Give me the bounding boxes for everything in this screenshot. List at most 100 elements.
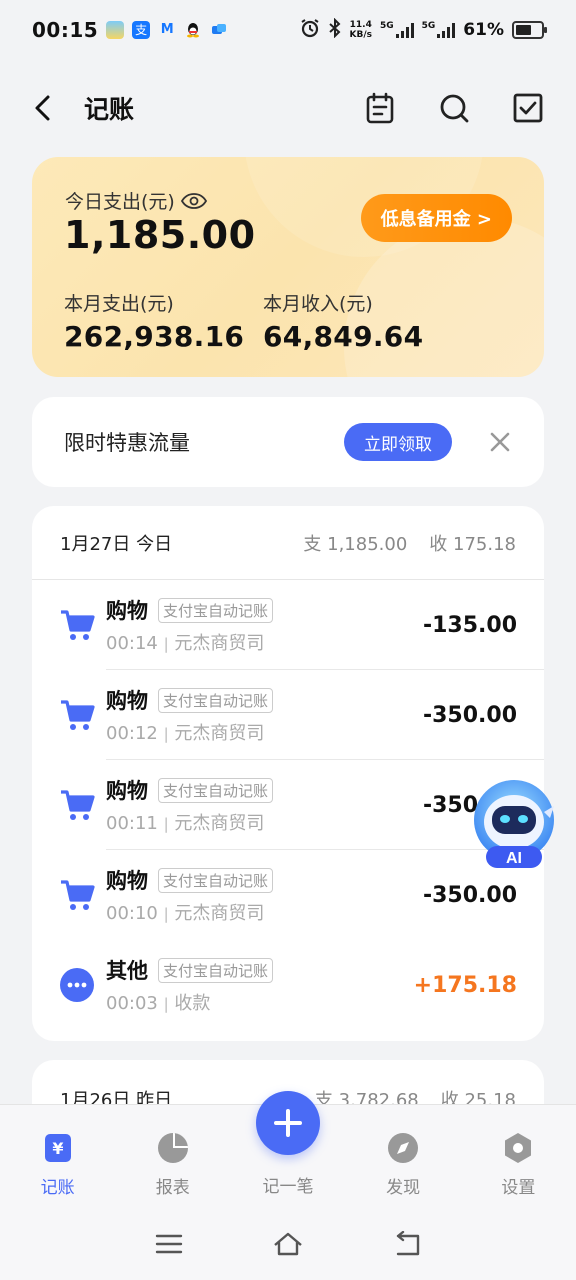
- checkbox-icon: [513, 93, 543, 123]
- signal-bars-icon: [437, 22, 456, 38]
- record-body: 购物 支付宝自动记账 00:11 | 元杰商贸司: [106, 775, 423, 835]
- plus-icon: [274, 1109, 302, 1137]
- alarm-icon: [300, 18, 320, 42]
- record-row[interactable]: 购物 支付宝自动记账 00:12 | 元杰商贸司 -350.00: [32, 670, 544, 760]
- page-title: 记账: [84, 95, 135, 124]
- record-row[interactable]: 购物 支付宝自动记账 00:14 | 元杰商贸司 -135.00: [32, 580, 544, 670]
- signal-bars-icon: [395, 22, 414, 38]
- system-nav-bar: [0, 1208, 576, 1280]
- record-body: 其他 支付宝自动记账 00:03 | 收款: [106, 955, 414, 1015]
- record-separator: |: [163, 815, 169, 833]
- compass-icon: [386, 1131, 420, 1165]
- return-icon: [396, 1231, 419, 1256]
- shopping-cart-icon: [56, 698, 98, 732]
- record-source-tag: 支付宝自动记账: [158, 867, 274, 893]
- back-icon: [35, 95, 50, 121]
- record-merchant: 元杰商贸司: [174, 813, 265, 834]
- record-body: 购物 支付宝自动记账 00:12 | 元杰商贸司: [106, 685, 423, 745]
- eye-icon[interactable]: [180, 192, 207, 210]
- menu-button[interactable]: [149, 1224, 189, 1264]
- record-amount: -350.00: [422, 702, 517, 728]
- svg-text:¥: ¥: [52, 1139, 63, 1158]
- nav-discover[interactable]: 发现: [355, 1131, 451, 1198]
- nav-label: 设置: [501, 1178, 536, 1198]
- record-top: 购物 支付宝自动记账: [106, 685, 423, 715]
- nav-settings[interactable]: 设置: [470, 1131, 566, 1198]
- message-app-icon: [210, 21, 228, 39]
- nav-label: 发现: [386, 1178, 421, 1198]
- status-left: 00:15 支 M: [32, 18, 228, 42]
- close-banner-button[interactable]: [488, 430, 512, 454]
- search-button[interactable]: [434, 88, 474, 128]
- search-icon: [440, 94, 469, 123]
- nav-ledger[interactable]: ¥ 记账: [10, 1131, 106, 1198]
- add-record-label: 记一笔: [262, 1177, 314, 1197]
- add-record-button[interactable]: [256, 1091, 320, 1155]
- home-button[interactable]: [268, 1224, 308, 1264]
- more-dots-icon: [56, 967, 98, 1003]
- today-expense-label: 今日支出(元): [65, 187, 207, 214]
- close-icon: [490, 432, 510, 452]
- record-amount: +175.18: [413, 972, 517, 998]
- wallet-app-icon: [106, 21, 125, 39]
- record-top: 购物 支付宝自动记账: [106, 775, 423, 805]
- record-category: 购物: [106, 779, 148, 803]
- record-merchant: 元杰商贸司: [174, 633, 265, 654]
- bluetooth-icon: [328, 17, 342, 42]
- promo-loan-button[interactable]: 低息备用金 >: [360, 194, 512, 242]
- pie-chart-icon: [156, 1131, 190, 1165]
- record-merchant: 收款: [174, 993, 211, 1014]
- calendar-note-button[interactable]: [360, 88, 400, 128]
- status-time: 00:15: [32, 18, 99, 42]
- system-back-button[interactable]: [387, 1224, 427, 1264]
- record-top: 其他 支付宝自动记账: [106, 955, 414, 985]
- nav-label: 报表: [155, 1178, 190, 1198]
- record-sub: 00:12 | 元杰商贸司: [106, 719, 423, 745]
- claim-button[interactable]: 立即领取: [344, 423, 452, 461]
- ai-assistant-button[interactable]: AI: [468, 778, 560, 872]
- signal-1: 5G: [380, 22, 414, 38]
- day-date: 1月27日 今日: [60, 533, 173, 555]
- net-speed-value: 11.4: [349, 20, 372, 30]
- shopping-cart-icon: [56, 878, 98, 912]
- today-label-text: 今日支出(元): [65, 191, 175, 213]
- month-expense-block: 本月支出(元) 262,938.16: [64, 289, 244, 353]
- ai-robot-icon: AI: [474, 780, 554, 868]
- back-button[interactable]: [32, 88, 64, 128]
- signal-2: 5G: [422, 22, 456, 38]
- calendar-note-icon: [366, 92, 394, 124]
- record-top: 购物 支付宝自动记账: [106, 865, 423, 895]
- day-income-total: 收 175.18: [429, 533, 516, 555]
- net-speed: 11.4 KB/s: [350, 20, 372, 40]
- battery-percent: 61%: [463, 20, 504, 40]
- today-expense-amount: 1,185.00: [64, 213, 256, 257]
- today-records-card: 1月27日 今日 支 1,185.00 收 175.18 购物 支付宝自动记账 00…: [32, 506, 544, 1041]
- settings-hexagon-icon: [501, 1131, 535, 1165]
- checkbox-button[interactable]: [508, 88, 548, 128]
- record-time: 00:14: [106, 633, 158, 654]
- record-time: 00:03: [106, 993, 158, 1014]
- record-row[interactable]: 其他 支付宝自动记账 00:03 | 收款 +175.18: [32, 940, 544, 1030]
- month-expense-value: 262,938.16: [64, 320, 245, 353]
- day-expense-total: 支 1,185.00: [303, 533, 408, 555]
- summary-card[interactable]: 今日支出(元) 1,185.00 低息备用金 > 本月支出(元) 262,938…: [32, 157, 544, 377]
- shopping-cart-icon: [56, 608, 98, 642]
- record-top: 购物 支付宝自动记账: [106, 595, 423, 625]
- banner-text: 限时特惠流量: [64, 431, 190, 455]
- traffic-promo-banner: 限时特惠流量 立即领取: [32, 397, 544, 487]
- record-body: 购物 支付宝自动记账 00:10 | 元杰商贸司: [106, 865, 423, 925]
- record-amount: -135.00: [422, 612, 517, 638]
- record-amount: -350.00: [422, 882, 517, 908]
- month-income-block: 本月收入(元) 64,849.64: [263, 289, 423, 353]
- day-header: 1月27日 今日 支 1,185.00 收 175.18: [32, 506, 544, 580]
- nav-label: 记账: [40, 1178, 75, 1198]
- nav-report[interactable]: 报表: [125, 1131, 221, 1198]
- record-source-tag: 支付宝自动记账: [158, 597, 274, 623]
- record-merchant: 元杰商贸司: [174, 903, 265, 924]
- qq-icon: [184, 21, 202, 39]
- signal-2-label: 5G: [421, 21, 436, 31]
- record-sub: 00:03 | 收款: [106, 989, 414, 1015]
- status-right: 11.4 KB/s 5G 5G 61%: [300, 17, 547, 42]
- record-source-tag: 支付宝自动记账: [158, 687, 274, 713]
- record-source-tag: 支付宝自动记账: [158, 957, 274, 983]
